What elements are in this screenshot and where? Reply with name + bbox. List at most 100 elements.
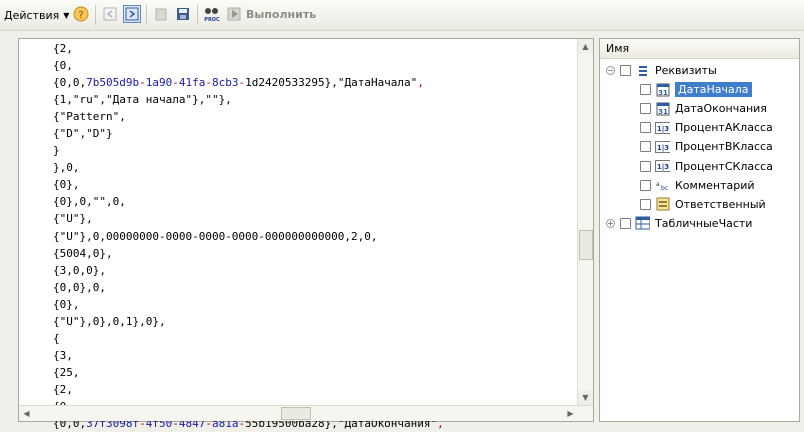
scroll-left-icon[interactable]: ◀: [19, 406, 34, 421]
code-line: {"Pattern",: [53, 108, 444, 125]
scroll-down-icon[interactable]: ▼: [578, 390, 593, 405]
save-icon[interactable]: [174, 5, 192, 23]
tree-item[interactable]: 31 ДатаНачала: [640, 80, 752, 99]
svg-text:PROC: PROC: [204, 17, 220, 23]
actions-menu[interactable]: Действия ▼: [4, 4, 69, 26]
svg-text:31: 31: [658, 108, 668, 116]
toolbar-divider: [95, 5, 96, 25]
column-header-name[interactable]: Имя: [600, 39, 799, 59]
code-token: {"U"},0,00000000-0000-0000-0000-00000000…: [53, 229, 378, 243]
code-token: -: [139, 76, 146, 90]
code-line: {"U"},: [53, 210, 444, 227]
code-line: {0},: [53, 296, 444, 313]
tree-item-label: Комментарий: [675, 178, 755, 192]
checkbox[interactable]: [640, 84, 651, 96]
code-token: {2,: [53, 382, 73, 396]
tree-item-label: ТабличныеЧасти: [655, 216, 753, 230]
tree-item[interactable]: + ТабличныеЧасти: [606, 214, 752, 233]
run-icon[interactable]: [225, 5, 243, 23]
query-proc-icon[interactable]: PROC: [203, 5, 221, 23]
tree-item-label: ПроцентВКласса: [675, 140, 773, 154]
code-token: {3,: [53, 348, 73, 362]
vertical-scrollbar[interactable]: ▲ ▼: [577, 39, 593, 405]
checkbox[interactable]: [640, 103, 651, 115]
svg-text:1|3: 1|3: [657, 125, 669, 134]
checkbox[interactable]: [620, 217, 631, 229]
tree-item-label: ПроцентАКласса: [675, 121, 773, 135]
number-icon: 1|3: [655, 159, 670, 174]
tree-item[interactable]: a bc Комментарий: [640, 176, 755, 195]
svg-text:1|3: 1|3: [657, 163, 669, 172]
code-line: {"U"},0,00000000-0000-0000-0000-00000000…: [53, 228, 444, 245]
code-line: {0,0,7b505d9b-1a90-41fa-8cb3-1d242053329…: [53, 74, 444, 91]
code-line: {: [53, 330, 444, 347]
move-right-icon[interactable]: [123, 5, 141, 23]
tree-item[interactable]: 1|3 ПроцентСКласса: [640, 157, 773, 176]
collapse-icon[interactable]: −: [606, 66, 615, 75]
code-token: "ДатаНачала": [337, 76, 418, 90]
scroll-up-icon[interactable]: ▲: [578, 39, 593, 54]
tree-item[interactable]: 1|3 ПроцентАКласса: [640, 118, 773, 137]
code-line: }: [53, 142, 444, 159]
tree-item[interactable]: 1|3 ПроцентВКласса: [640, 137, 773, 156]
code-token: {0,0,: [53, 76, 87, 90]
svg-text:?: ?: [78, 10, 83, 21]
code-token: {2,: [53, 42, 73, 55]
code-line: {2,: [53, 40, 444, 57]
tree-item[interactable]: Ответственный: [640, 195, 766, 214]
code-token: {: [53, 331, 60, 345]
tree-item-label: Ответственный: [675, 197, 766, 211]
code-line: {3,: [53, 347, 444, 364]
checkbox[interactable]: [640, 122, 651, 134]
list-icon: [635, 63, 650, 78]
code-editor[interactable]: {2, {0, {0,0,7b505d9b-1a90-41fa-8cb3-1d242…: [18, 38, 594, 430]
code-token: {"U"},: [53, 212, 93, 226]
move-left-icon[interactable]: [101, 5, 119, 23]
scroll-thumb[interactable]: [281, 407, 311, 420]
code-text[interactable]: {2, {0, {0,0,7b505d9b-1a90-41fa-8cb3-1d242…: [53, 40, 444, 432]
code-token: {0},0,"",0,: [53, 195, 126, 209]
tree-item-label: ДатаОкончания: [675, 102, 767, 116]
actions-label: Действия: [4, 8, 60, 22]
code-token: {0},: [53, 297, 80, 311]
checkbox[interactable]: [640, 198, 651, 210]
code-token: 1a90: [145, 76, 173, 90]
checkbox[interactable]: [640, 179, 651, 191]
text-icon: a bc: [655, 178, 670, 193]
code-token: {"D","D"}: [53, 127, 113, 141]
code-line: },0,: [53, 159, 444, 176]
run-button[interactable]: Выполнить: [246, 8, 316, 21]
number-icon: 1|3: [655, 120, 670, 135]
code-line: {2,: [53, 381, 444, 398]
tree-item-label: ПроцентСКласса: [675, 159, 773, 173]
expand-icon[interactable]: +: [606, 218, 615, 228]
svg-text:bc: bc: [661, 185, 668, 191]
code-token: -: [172, 76, 179, 90]
code-line: {1,"ru","Дата начала"},""},: [53, 91, 444, 108]
code-token: {3,0,0},: [53, 263, 106, 277]
code-line: {25,: [53, 364, 444, 381]
scroll-right-icon[interactable]: ▶: [563, 406, 578, 421]
clipboard-icon[interactable]: [152, 5, 170, 23]
number-icon: 1|3: [655, 139, 670, 154]
code-token: 8cb3: [211, 76, 239, 90]
scroll-thumb[interactable]: [579, 230, 593, 260]
code-token: {0,0},0,: [53, 280, 106, 294]
tree-item[interactable]: 31 ДатаОкончания: [640, 99, 767, 118]
tree-item[interactable]: − Реквизиты: [606, 61, 717, 80]
code-token: },0,: [53, 161, 80, 175]
ref-icon: [655, 197, 670, 212]
checkbox[interactable]: [620, 65, 631, 76]
code-token: ,: [417, 76, 424, 90]
code-token: 1d2420533295},: [245, 76, 338, 90]
calendar-icon: 31: [655, 101, 670, 116]
code-token: {"Pattern",: [53, 110, 126, 124]
code-line: {"D","D"}: [53, 125, 444, 142]
checkbox[interactable]: [640, 160, 651, 172]
help-icon[interactable]: ?: [72, 5, 90, 23]
checkbox[interactable]: [640, 141, 651, 153]
code-line: {3,0,0},: [53, 262, 444, 279]
toolbar: Действия ▼ ? PROC Выполнить: [0, 0, 804, 31]
horizontal-scrollbar[interactable]: ◀ ▶: [19, 405, 593, 421]
code-token: {0,: [53, 59, 73, 73]
